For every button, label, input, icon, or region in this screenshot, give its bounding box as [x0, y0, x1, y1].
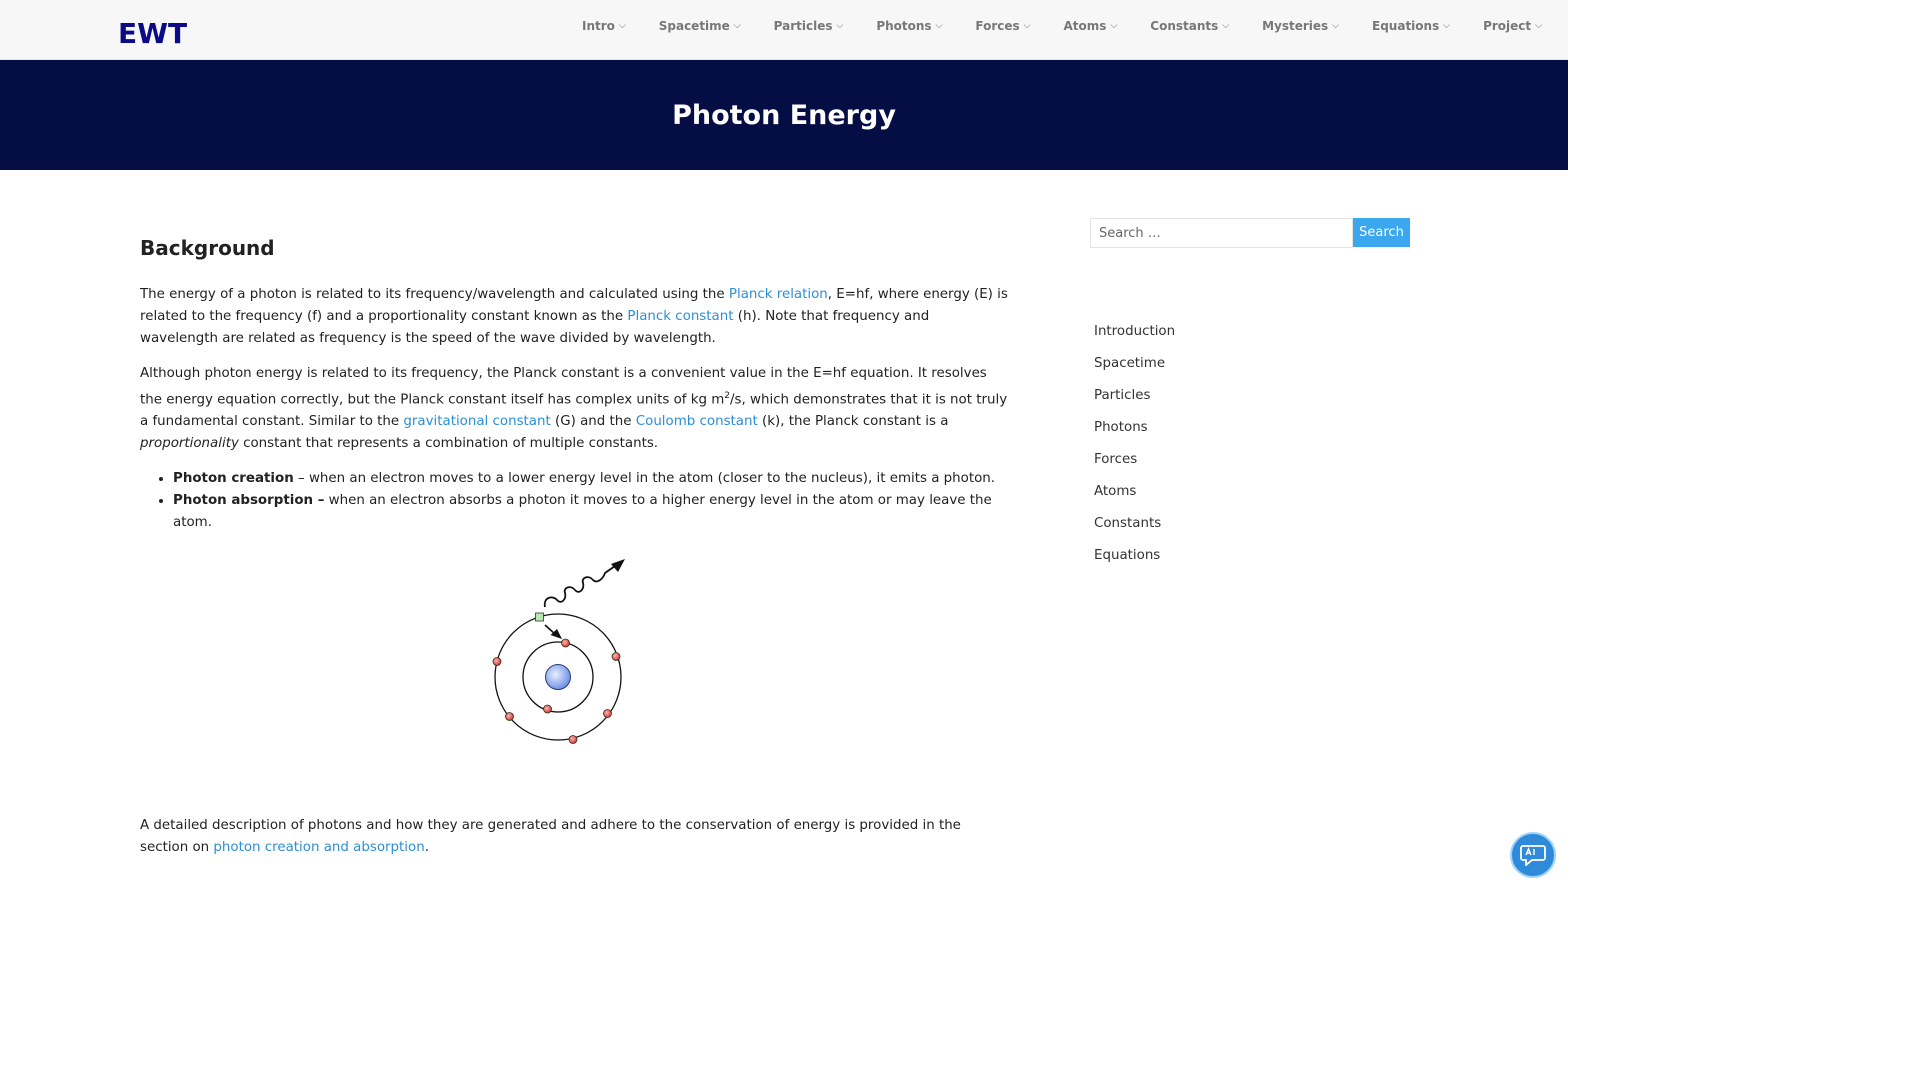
site-logo[interactable]: EWT: [118, 17, 187, 50]
chevron-down-icon: ⌵: [836, 21, 844, 31]
chevron-down-icon: ⌵: [1110, 21, 1118, 31]
search-form: Search: [1090, 218, 1410, 248]
section-heading: Background: [140, 236, 275, 260]
nav-label: Project: [1483, 19, 1532, 33]
chat-ai-icon[interactable]: [1510, 832, 1556, 878]
chat-bubble-glyph: [1520, 845, 1546, 866]
nav-label: Mysteries: [1262, 19, 1329, 33]
sidebar: Search Introduction Spacetime Particles …: [1090, 218, 1410, 577]
electron: [568, 735, 578, 744]
electron: [492, 657, 502, 666]
nav-label: Forces: [975, 19, 1020, 33]
electron-previous-position: [535, 612, 544, 622]
sidebar-item-atoms[interactable]: Atoms: [1094, 481, 1410, 513]
search-input[interactable]: [1090, 218, 1353, 248]
text: .: [424, 840, 429, 855]
bullet-term: Photon absorption –: [173, 493, 325, 509]
nav-intro[interactable]: Intro ⌵: [582, 19, 626, 33]
atom-photon-emission-diagram: [487, 555, 637, 750]
atom-diagram-svg: [492, 559, 625, 744]
chevron-down-icon: ⌵: [1332, 21, 1340, 31]
chevron-down-icon: ⌵: [618, 21, 626, 31]
electron: [561, 638, 570, 648]
list-item: Photon creation – when an electron moves…: [173, 468, 1010, 490]
page-title: Photon Energy: [672, 99, 896, 131]
chevron-down-icon: ⌵: [1535, 21, 1542, 31]
nav-label: Atoms: [1063, 19, 1107, 33]
nav-project[interactable]: Project ⌵: [1483, 19, 1542, 33]
article: Background The energy of a photon is rel…: [140, 220, 1010, 534]
page-title-band: Photon Energy: [0, 60, 1568, 170]
link-gravitational-constant[interactable]: gravitational constant: [403, 414, 550, 429]
sidebar-item-introduction[interactable]: Introduction: [1094, 321, 1410, 353]
link-coulomb-constant[interactable]: Coulomb constant: [636, 414, 758, 429]
nav-atoms[interactable]: Atoms ⌵: [1064, 19, 1118, 33]
list-item: Photon absorption – when an electron abs…: [173, 490, 1010, 534]
photon-wave: [543, 565, 616, 608]
chevron-down-icon: ⌵: [733, 21, 741, 31]
search-button[interactable]: Search: [1353, 218, 1410, 247]
bullet-text: – when an electron moves to a lower ener…: [293, 471, 996, 487]
nav-forces[interactable]: Forces ⌵: [975, 19, 1030, 33]
bullet-list: Photon creation – when an electron moves…: [140, 468, 1010, 534]
sidebar-item-particles[interactable]: Particles: [1094, 385, 1410, 417]
nav-mysteries[interactable]: Mysteries ⌵: [1262, 19, 1339, 33]
link-photon-creation-absorption[interactable]: photon creation and absorption: [213, 840, 424, 855]
nav-label: Equations: [1372, 19, 1440, 33]
sidebar-item-equations[interactable]: Equations: [1094, 545, 1410, 577]
sidebar-menu: Introduction Spacetime Particles Photons…: [1094, 321, 1410, 577]
link-planck-constant[interactable]: Planck constant: [627, 309, 733, 324]
nav-spacetime[interactable]: Spacetime ⌵: [659, 19, 741, 33]
text: (k), the Planck constant is a: [757, 414, 949, 430]
nav-constants[interactable]: Constants ⌵: [1150, 19, 1229, 33]
electron: [611, 652, 621, 661]
text: (G) and the: [550, 414, 636, 430]
bullet-term: Photon creation: [173, 471, 294, 487]
sidebar-item-constants[interactable]: Constants: [1094, 513, 1410, 545]
paragraph-photon-creation: A detailed description of photons and ho…: [140, 815, 1010, 859]
nav-label: Photons: [876, 19, 932, 33]
paragraph-planck-constant: Although photon energy is related to its…: [140, 363, 1010, 455]
text: The energy of a photon is related to its…: [140, 287, 729, 302]
electron: [603, 709, 612, 718]
nav-photons[interactable]: Photons ⌵: [876, 19, 942, 33]
nav-label: Intro: [582, 19, 615, 33]
link-planck-relation[interactable]: Planck relation: [729, 287, 828, 302]
sidebar-item-photons[interactable]: Photons: [1094, 417, 1410, 449]
main-nav: Intro ⌵ Spacetime ⌵ Particles ⌵ Photons ⌵ Fo…: [582, 19, 1575, 33]
chevron-down-icon: ⌵: [1023, 21, 1031, 31]
chevron-down-icon: ⌵: [1443, 21, 1451, 31]
nav-label: Particles: [773, 19, 833, 33]
nav-label: Constants: [1150, 19, 1219, 33]
chevron-down-icon: ⌵: [935, 21, 943, 31]
nav-label: Spacetime: [658, 19, 730, 33]
sidebar-item-forces[interactable]: Forces: [1094, 449, 1410, 481]
nav-equations[interactable]: Equations ⌵: [1372, 19, 1450, 33]
nav-particles[interactable]: Particles ⌵: [774, 19, 844, 33]
top-bar: EWT Intro ⌵ Spacetime ⌵ Particles ⌵ Photons…: [0, 0, 1568, 60]
emphasis: proportionality: [140, 436, 239, 452]
nucleus: [545, 664, 571, 690]
electron: [505, 712, 514, 721]
sidebar-item-spacetime[interactable]: Spacetime: [1094, 353, 1410, 385]
chevron-down-icon: ⌵: [1222, 21, 1230, 31]
paragraph-planck-relation: The energy of a photon is related to its…: [140, 284, 1010, 350]
text: constant that represents a combination o…: [238, 436, 659, 452]
electron: [543, 704, 552, 714]
photon-arrow-head: [611, 559, 625, 572]
